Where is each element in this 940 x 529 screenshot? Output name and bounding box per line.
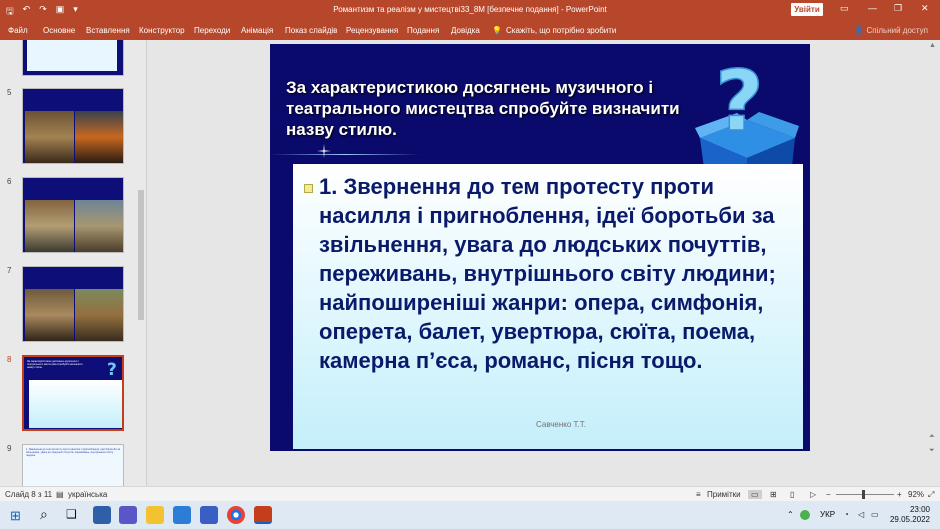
sparkle-icon <box>317 144 331 158</box>
thumbnail-slide-6[interactable] <box>22 177 124 253</box>
thumbnail-body-text: 1. Звернення до тем протесту проти насил… <box>26 448 121 458</box>
keyboard-language[interactable]: УКР <box>820 510 835 519</box>
battery-icon[interactable]: ▭ <box>871 510 879 519</box>
minimize-icon[interactable]: — <box>868 3 877 13</box>
tray-overflow-icon[interactable]: ⌃ <box>787 510 794 519</box>
clock-time: 23:00 <box>909 505 930 514</box>
content-box: 1. Звернення до тем протесту проти насил… <box>293 164 803 449</box>
person-icon: 👤 <box>854 26 867 35</box>
tab-design[interactable]: Конструктор <box>139 26 185 35</box>
clock-date: 29.05.2022 <box>889 515 930 524</box>
close-icon[interactable]: ✕ <box>921 3 929 14</box>
taskbar: ⊞ ⌕ ❑ ⌃ УКР ◔ ◁ ▭ 23:00 29.05.2022 <box>0 501 940 529</box>
slide-sorter-icon[interactable]: ⊞ <box>770 490 777 499</box>
slide-body-text[interactable]: 1. Звернення до тем протесту проти насил… <box>319 172 794 375</box>
thumbnail-scrollbar[interactable] <box>137 44 145 484</box>
bullet-marker <box>304 184 313 193</box>
thumbnail-content-box <box>29 380 122 428</box>
office-app-icon[interactable] <box>200 506 218 524</box>
previous-slide-icon[interactable]: ⏶ <box>929 433 935 441</box>
chrome-icon[interactable] <box>227 506 245 524</box>
thumbnail-slide-7[interactable] <box>22 266 124 342</box>
zoom-slider[interactable] <box>836 494 894 495</box>
slideshow-icon[interactable]: ▷ <box>810 490 816 499</box>
thumbnail-content-box <box>27 40 117 71</box>
language-indicator[interactable]: українська <box>68 490 107 499</box>
tab-view[interactable]: Подання <box>407 26 439 35</box>
thumbnail-number: 9 <box>7 444 12 453</box>
maximize-icon[interactable]: ❐ <box>894 3 902 14</box>
ribbon-display-options-icon[interactable]: ▭ <box>840 3 849 14</box>
zoom-level[interactable]: 92% <box>908 490 924 499</box>
editor-scrollbar[interactable]: ▲ ⏶ ⏷ <box>927 40 939 486</box>
notes-button[interactable]: Примітки <box>707 490 741 499</box>
tab-insert[interactable]: Вставлення <box>86 26 130 35</box>
spellcheck-icon[interactable]: ▤ <box>56 490 64 499</box>
decorative-light-line <box>270 154 420 155</box>
ribbon-tabs: Файл Основне Вставлення Конструктор Пере… <box>0 20 940 40</box>
status-bar: Слайд 8 з 11 ▤ українська ≡ Примітки ▭ ⊞… <box>0 486 940 501</box>
notes-icon[interactable]: ≡ <box>696 490 701 499</box>
share-label: Спільний доступ <box>866 26 928 35</box>
painting-thumbnail <box>25 289 74 341</box>
tab-animations[interactable]: Анімація <box>241 26 273 35</box>
reading-view-icon[interactable]: ▯ <box>790 490 794 499</box>
normal-view-icon[interactable]: ▭ <box>748 490 762 499</box>
zoom-out-icon[interactable]: − <box>826 490 831 499</box>
mail-icon[interactable] <box>173 506 191 524</box>
svg-text:?: ? <box>715 58 764 150</box>
slide-thumbnail-panel: 5 6 7 8 За характеристикою досягнень муз… <box>0 40 147 486</box>
title-bar: 🖫 ↶ ↷ ▣ ▾ Романтизм та реалізм у мистецт… <box>0 0 940 20</box>
thumbnail-number: 5 <box>7 88 12 97</box>
painting-thumbnail <box>75 111 123 163</box>
powerpoint-icon[interactable] <box>254 506 272 524</box>
tab-review[interactable]: Рецензування <box>346 26 398 35</box>
system-clock[interactable]: 23:00 29.05.2022 <box>890 505 930 525</box>
file-explorer-icon[interactable] <box>146 506 164 524</box>
volume-icon[interactable]: ◁ <box>858 510 864 519</box>
tell-me-search[interactable]: Скажіть, що потрібно зробити <box>506 26 616 35</box>
thumbnail-slide-5[interactable] <box>22 88 124 164</box>
signin-button[interactable]: Увійти <box>791 3 823 16</box>
zoom-in-icon[interactable]: + <box>897 490 902 499</box>
painting-thumbnail <box>25 111 74 163</box>
tab-transitions[interactable]: Переходи <box>194 26 230 35</box>
thumbnail-title: За характеристикою досягнень музичного і… <box>27 360 83 369</box>
tab-help[interactable]: Довідка <box>451 26 480 35</box>
windows-start-icon[interactable]: ⊞ <box>10 508 21 524</box>
share-button[interactable]: 👤 Спільний доступ <box>854 26 928 35</box>
wifi-icon[interactable]: ◔ <box>844 510 849 519</box>
painting-thumbnail <box>75 289 123 341</box>
svg-text:?: ? <box>107 360 117 379</box>
lightbulb-icon: 💡 <box>492 26 502 35</box>
tab-file[interactable]: Файл <box>8 26 28 35</box>
thumbnail-number: 7 <box>7 266 12 275</box>
zoom-slider-thumb[interactable] <box>862 490 865 499</box>
thumbnail-slide-9[interactable]: 1. Звернення до тем протесту проти насил… <box>22 444 124 486</box>
task-view-icon[interactable]: ❑ <box>66 507 77 521</box>
slide-author: Савченко Т.Т. <box>536 420 586 429</box>
thumbnail-scrollbar-thumb[interactable] <box>138 190 144 320</box>
slide-title: За характеристикою досягнень музичного і… <box>286 78 680 139</box>
chat-icon[interactable] <box>119 506 137 524</box>
slide-canvas[interactable]: За характеристикою досягнень музичного і… <box>270 44 810 451</box>
question-mark-icon: ? <box>104 359 122 380</box>
tab-slideshow[interactable]: Показ слайдів <box>285 26 337 35</box>
painting-thumbnail <box>25 200 74 252</box>
slide-counter: Слайд 8 з 11 <box>5 490 53 499</box>
painting-thumbnail <box>75 200 123 252</box>
fit-to-window-icon[interactable]: ⤢ <box>928 490 934 500</box>
search-icon[interactable]: ⌕ <box>40 506 48 523</box>
thumbnail-slide-8[interactable]: За характеристикою досягнень музичного і… <box>22 355 124 431</box>
thumbnail-number: 6 <box>7 177 12 186</box>
next-slide-icon[interactable]: ⏷ <box>929 447 935 455</box>
thumbnail-slide-4[interactable] <box>22 40 124 76</box>
widgets-icon[interactable] <box>93 506 111 524</box>
thumbnail-number: 8 <box>7 355 12 364</box>
scroll-up-icon[interactable]: ▲ <box>929 42 936 49</box>
tray-app-icon[interactable] <box>800 510 810 520</box>
tab-home[interactable]: Основне <box>43 26 75 35</box>
